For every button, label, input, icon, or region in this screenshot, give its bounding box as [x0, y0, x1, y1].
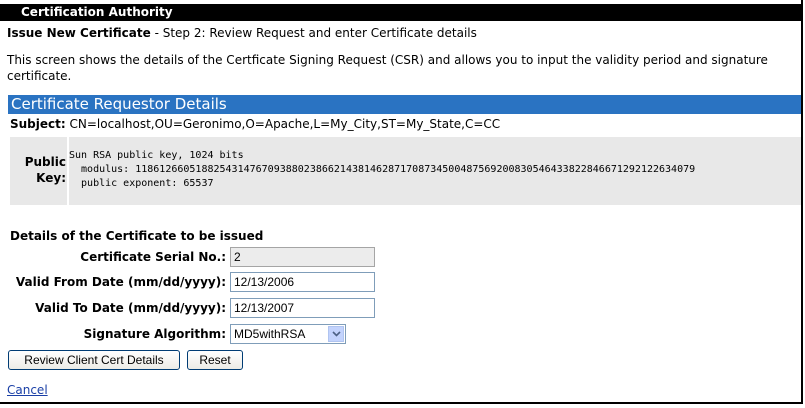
requestor-section-header: Certificate Requestor Details: [8, 95, 801, 114]
public-key-label-line-1: Public: [24, 155, 66, 169]
algorithm-label: Signature Algorithm:: [83, 327, 226, 341]
valid-from-label: Valid From Date (mm/dd/yyyy):: [15, 275, 226, 289]
review-client-cert-button[interactable]: Review Client Cert Details: [8, 350, 180, 370]
intro-text: This screen shows the details of the Cer…: [7, 52, 801, 84]
public-key-box: Public Key: Sun RSA public key, 1024 bit…: [10, 137, 801, 205]
public-key-line-3: public exponent: 65537: [69, 178, 214, 189]
serial-field: 2: [230, 247, 375, 267]
valid-to-input[interactable]: 12/13/2007: [230, 298, 375, 318]
public-key-line-2: modulus: 1186126605188254314767093880238…: [69, 164, 696, 175]
subject-value: CN=localhost,OU=Geronimo,O=Apache,L=My_C…: [65, 117, 501, 131]
cancel-link[interactable]: Cancel: [7, 383, 48, 397]
algorithm-select[interactable]: MD5withRSA: [230, 324, 346, 344]
intro-line-2: certificate.: [7, 69, 72, 83]
public-key-line-1: Sun RSA public key, 1024 bits: [69, 150, 244, 161]
subject-label: Subject:: [10, 117, 66, 131]
reset-button[interactable]: Reset: [187, 350, 243, 370]
valid-from-input[interactable]: 12/13/2006: [230, 272, 375, 292]
window-title: Certification Authority: [0, 4, 801, 21]
public-key-value: Sun RSA public key, 1024 bits modulus: 1…: [69, 149, 695, 191]
page-title: Issue New Certificate - Step 2: Review R…: [7, 26, 477, 40]
public-key-label: Public Key:: [10, 154, 66, 186]
public-key-label-line-2: Key:: [36, 171, 66, 185]
chevron-down-icon[interactable]: [328, 326, 344, 342]
intro-line-1: This screen shows the details of the Cer…: [7, 53, 768, 67]
subject-row: Subject: CN=localhost,OU=Geronimo,O=Apac…: [10, 117, 500, 131]
serial-label: Certificate Serial No.:: [80, 250, 226, 264]
page-title-bold: Issue New Certificate: [7, 26, 151, 40]
app-frame: Certification Authority Issue New Certif…: [0, 0, 803, 404]
page-title-step: - Step 2: Review Request and enter Certi…: [150, 26, 477, 40]
valid-to-label: Valid To Date (mm/dd/yyyy):: [35, 301, 226, 315]
details-section-title: Details of the Certificate to be issued: [10, 229, 264, 243]
algorithm-selected-value: MD5withRSA: [234, 327, 306, 341]
